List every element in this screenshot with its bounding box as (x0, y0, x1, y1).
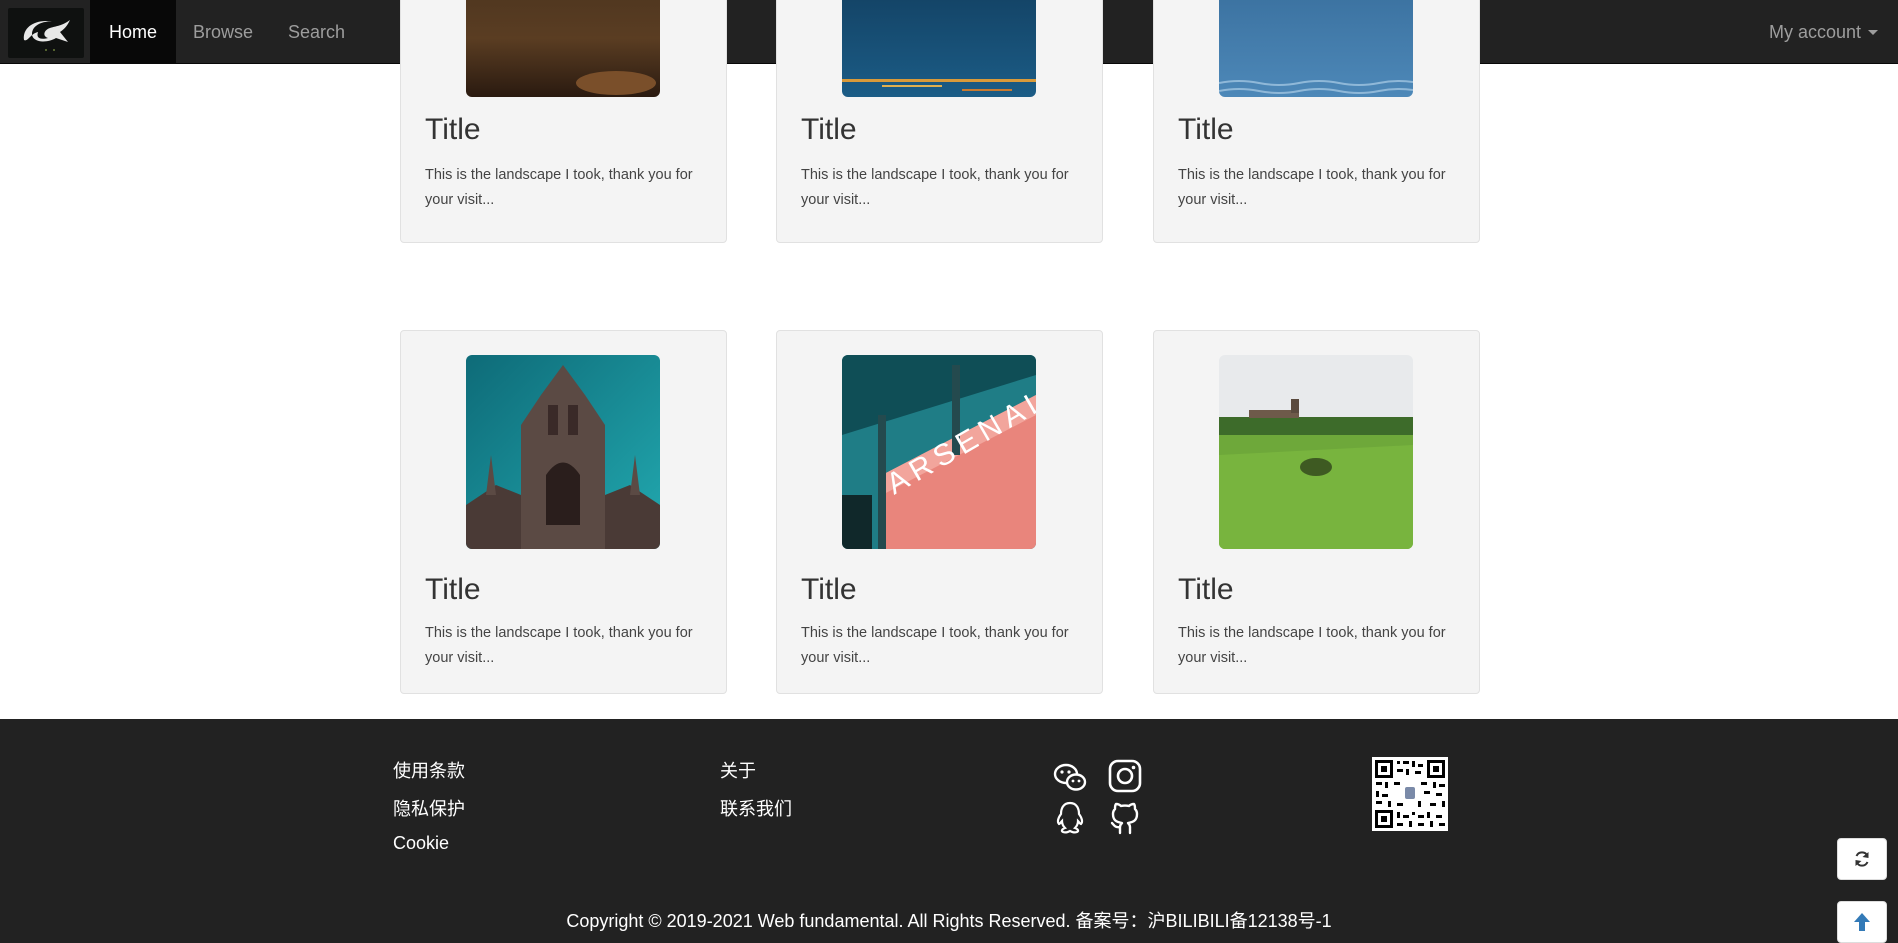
card-image[interactable] (842, 0, 1036, 97)
footer-link-terms[interactable]: 使用条款 (393, 757, 465, 783)
back-to-top-button[interactable] (1837, 901, 1887, 943)
gallery-card[interactable]: Title This is the landscape I took, than… (400, 330, 727, 694)
arrow-up-icon (1854, 913, 1870, 931)
card-image[interactable] (466, 355, 660, 549)
gallery-card[interactable]: ARSENAL Title This is the landscape I to… (776, 330, 1103, 694)
card-description: This is the landscape I took, thank you … (801, 625, 1069, 666)
caret-down-icon (1868, 29, 1878, 35)
qr-code-icon (1375, 760, 1445, 828)
card-description: This is the landscape I took, thank you … (801, 167, 1069, 208)
card-description: This is the landscape I took, thank you … (425, 167, 693, 208)
footer-link-about[interactable]: 关于 (720, 757, 756, 783)
card-description: This is the landscape I took, thank you … (1178, 167, 1446, 208)
nav-browse[interactable]: Browse (193, 0, 253, 64)
brand-logo[interactable] (8, 8, 84, 58)
footer-link-contact[interactable]: 联系我们 (720, 795, 792, 821)
logo-icon (23, 20, 71, 51)
account-dropdown[interactable]: My account (1769, 0, 1878, 64)
footer-link-privacy[interactable]: 隐私保护 (393, 795, 465, 821)
account-label: My account (1768, 21, 1861, 42)
qr-code (1372, 757, 1448, 831)
refresh-icon (1855, 851, 1869, 867)
card-title: Title (425, 113, 481, 146)
gallery-card[interactable]: Title This is the landscape I took, than… (776, 0, 1103, 243)
nav-search-label: Search (288, 21, 346, 42)
refresh-button[interactable] (1837, 838, 1887, 880)
nav-browse-label: Browse (193, 21, 254, 42)
card-title: Title (425, 573, 481, 606)
nav-search[interactable]: Search (288, 0, 345, 64)
gallery-card[interactable]: Title This is the landscape I took, than… (400, 0, 727, 243)
copyright-text: Copyright © 2019-2021 Web fundamental. A… (566, 911, 1332, 931)
qq-icon[interactable] (1052, 800, 1088, 836)
card-image[interactable] (1219, 355, 1413, 549)
card-title: Title (801, 113, 857, 146)
nav-home-label: Home (109, 21, 158, 42)
card-title: Title (801, 573, 857, 606)
gallery-card[interactable]: Title This is the landscape I took, than… (1153, 0, 1480, 243)
card-description: This is the landscape I took, thank you … (1178, 625, 1446, 666)
github-icon[interactable] (1107, 800, 1143, 836)
card-description: This is the landscape I took, thank you … (425, 625, 693, 666)
card-image[interactable] (1219, 0, 1413, 97)
gallery-card[interactable]: Title This is the landscape I took, than… (1153, 330, 1480, 694)
card-image[interactable]: ARSENAL (842, 355, 1036, 549)
footer: 使用条款 隐私保护 Cookie 关于 联系我们 Copyright © 201… (0, 719, 1898, 943)
card-title: Title (1178, 573, 1234, 606)
card-image[interactable] (466, 0, 660, 97)
instagram-icon[interactable] (1107, 758, 1143, 794)
wechat-icon[interactable] (1052, 759, 1088, 795)
footer-link-cookie[interactable]: Cookie (393, 833, 449, 854)
nav-home[interactable]: Home (90, 0, 177, 64)
card-title: Title (1178, 113, 1234, 146)
